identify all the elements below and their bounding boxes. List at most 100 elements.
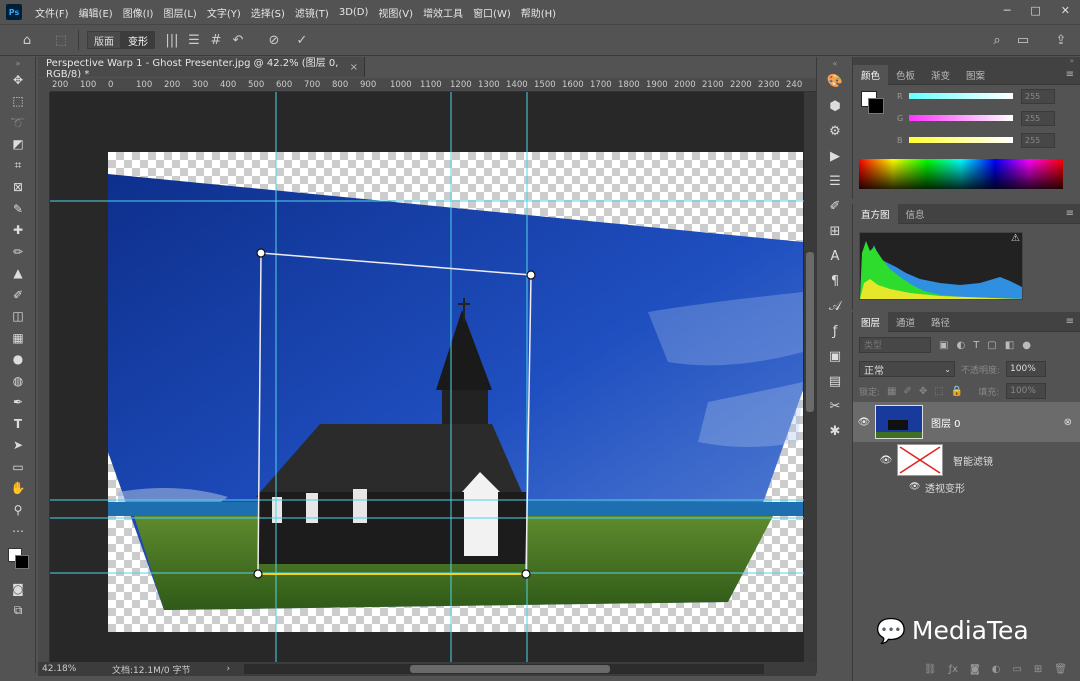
- workspace-icon[interactable]: ▭: [1012, 29, 1034, 51]
- menu-select[interactable]: 选择(S): [246, 5, 290, 20]
- path-select-tool-icon[interactable]: ➤: [0, 435, 36, 457]
- tab-info[interactable]: 信息: [898, 204, 933, 224]
- eraser-tool-icon[interactable]: ◫: [0, 306, 36, 328]
- background-color-swatch[interactable]: [868, 98, 884, 114]
- green-slider[interactable]: [909, 115, 1013, 121]
- share-icon[interactable]: ⇪: [1050, 29, 1072, 51]
- adjustment-layer-icon[interactable]: ◐: [992, 664, 1001, 675]
- panel-menu-icon[interactable]: ≡: [1066, 69, 1074, 80]
- blue-slider[interactable]: [909, 137, 1013, 143]
- panel-menu-icon[interactable]: ≡: [1066, 208, 1074, 219]
- new-group-icon[interactable]: ▭: [1012, 664, 1021, 675]
- tab-layout-mode[interactable]: 版面: [87, 31, 121, 49]
- quick-mask-icon[interactable]: ◙: [0, 578, 36, 600]
- menu-view[interactable]: 视图(V): [373, 5, 418, 20]
- paragraph-icon[interactable]: ¶: [817, 269, 853, 294]
- search-icon[interactable]: ⌕: [986, 29, 1008, 51]
- history-brush-icon[interactable]: ✐: [0, 284, 36, 306]
- status-arrow-icon[interactable]: ›: [226, 664, 230, 674]
- character-icon[interactable]: A: [817, 244, 853, 269]
- visibility-eye-icon[interactable]: 👁: [875, 455, 897, 466]
- dodge-tool-icon[interactable]: ◍: [0, 370, 36, 392]
- eyedropper-tool-icon[interactable]: ✎: [0, 198, 36, 220]
- new-layer-icon[interactable]: ⊞: [1034, 664, 1042, 675]
- fx-icon[interactable]: ƒx: [949, 664, 958, 675]
- lock-pixels-icon[interactable]: ✐: [904, 386, 912, 397]
- blend-mode-select[interactable]: 正常 ⌄: [859, 361, 955, 377]
- warp-quad[interactable]: [257, 252, 532, 575]
- tab-gradients[interactable]: 渐变: [923, 65, 958, 85]
- filter-type-icon[interactable]: T: [973, 340, 979, 351]
- collapse-icon[interactable]: »: [0, 57, 36, 69]
- menu-type[interactable]: 文字(Y): [202, 5, 246, 20]
- timeline-icon[interactable]: ✱: [817, 419, 853, 444]
- warp-pin[interactable]: [521, 569, 531, 579]
- lasso-tool-icon[interactable]: ➰: [0, 112, 36, 134]
- auto-both-icon[interactable]: #: [205, 29, 227, 51]
- tab-patterns[interactable]: 图案: [958, 65, 993, 85]
- stamp-tool-icon[interactable]: ▲: [0, 263, 36, 285]
- lock-artboard-icon[interactable]: ⬚: [934, 386, 943, 397]
- tab-paths[interactable]: 路径: [923, 312, 958, 332]
- warp-pin[interactable]: [526, 270, 536, 280]
- add-mask-icon[interactable]: ◙: [970, 664, 980, 675]
- visibility-eye-icon[interactable]: 👁: [853, 417, 875, 428]
- auto-horizontal-icon[interactable]: ☰: [183, 29, 205, 51]
- layer-filter-input[interactable]: [859, 337, 931, 353]
- brush-settings-icon[interactable]: ✐: [817, 194, 853, 219]
- properties-icon[interactable]: ☰: [817, 169, 853, 194]
- zoom-tool-icon[interactable]: ⚲: [0, 499, 36, 521]
- color-panel-icon[interactable]: 🎨: [817, 69, 853, 94]
- libraries-icon[interactable]: ▣: [817, 344, 853, 369]
- tab-swatches[interactable]: 色板: [888, 65, 923, 85]
- glyphs-icon[interactable]: 𝒜: [817, 294, 853, 319]
- smart-filter-row[interactable]: 👁 智能滤镜: [853, 442, 1080, 478]
- scroll-thumb[interactable]: [806, 252, 814, 412]
- menu-3d[interactable]: 3D(D): [334, 7, 374, 18]
- fill-field[interactable]: 100%: [1006, 383, 1047, 399]
- vertical-scrollbar[interactable]: [804, 92, 816, 662]
- move-tool-icon[interactable]: ✥: [0, 69, 36, 91]
- hand-tool-icon[interactable]: ✋: [0, 478, 36, 500]
- tab-channels[interactable]: 通道: [888, 312, 923, 332]
- panel-menu-icon[interactable]: ≡: [1066, 316, 1074, 327]
- lock-position-icon[interactable]: ✥: [919, 386, 927, 397]
- layer-name[interactable]: 图层 0: [931, 415, 961, 430]
- home-icon[interactable]: ⌂: [16, 29, 38, 51]
- styles-fx-icon[interactable]: ƒ: [817, 319, 853, 344]
- scroll-thumb[interactable]: [410, 665, 611, 673]
- menu-window[interactable]: 窗口(W): [468, 5, 516, 20]
- document-canvas-area[interactable]: 200 100 0 100 200 300 400 500 600 700 80…: [38, 78, 816, 662]
- lock-all-icon[interactable]: 🔒: [951, 386, 963, 397]
- adjustments-icon[interactable]: ⚙: [817, 119, 853, 144]
- tab-warp-mode[interactable]: 变形: [121, 31, 155, 49]
- filter-pixel-icon[interactable]: ▣: [939, 340, 948, 351]
- menu-file[interactable]: 文件(F): [30, 5, 74, 20]
- quick-select-tool-icon[interactable]: ◩: [0, 134, 36, 156]
- green-value[interactable]: 255: [1021, 110, 1055, 126]
- filter-item-row[interactable]: 👁 透视变形: [853, 478, 1080, 496]
- tab-histogram[interactable]: 直方图: [853, 203, 898, 224]
- filter-toggle-icon[interactable]: ●: [1022, 340, 1031, 351]
- horizontal-scrollbar[interactable]: [244, 664, 765, 674]
- blue-value[interactable]: 255: [1021, 132, 1055, 148]
- marquee-tool-icon[interactable]: ⬚: [0, 91, 36, 113]
- zoom-level[interactable]: 42.18%: [42, 664, 102, 674]
- clone-source-icon[interactable]: ⊞: [817, 219, 853, 244]
- type-tool-icon[interactable]: T: [0, 413, 36, 435]
- background-color-swatch[interactable]: [15, 555, 29, 569]
- visibility-eye-icon[interactable]: 👁: [909, 482, 925, 492]
- opacity-field[interactable]: 100%: [1006, 361, 1047, 377]
- filter-adjust-icon[interactable]: ◐: [956, 340, 965, 351]
- menu-layer[interactable]: 图层(L): [158, 5, 201, 20]
- lock-transparency-icon[interactable]: ▦: [887, 386, 896, 397]
- menu-help[interactable]: 帮助(H): [516, 5, 561, 20]
- menu-plugins[interactable]: 增效工具: [418, 5, 468, 20]
- gradient-tool-icon[interactable]: ▦: [0, 327, 36, 349]
- close-button[interactable]: ✕: [1061, 4, 1070, 17]
- delete-layer-icon[interactable]: 🗑: [1054, 664, 1067, 675]
- tool-presets-icon[interactable]: ✂: [817, 394, 853, 419]
- red-slider[interactable]: [909, 93, 1013, 99]
- more-tools-icon[interactable]: ⋯: [0, 521, 36, 543]
- blur-tool-icon[interactable]: ●: [0, 349, 36, 371]
